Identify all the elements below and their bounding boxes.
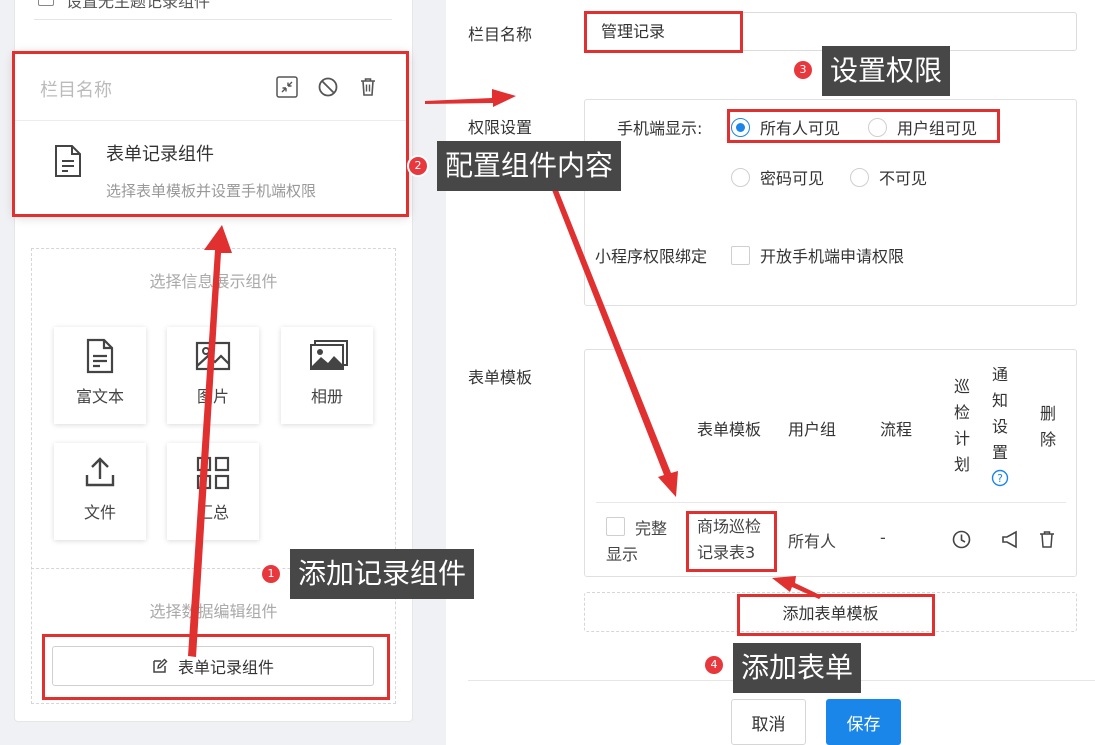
- step-badge-1: 1: [262, 565, 280, 583]
- full-display-label: 完整显示: [606, 519, 668, 564]
- mobile-apply-permission-checkbox[interactable]: 开放手机端申请权限: [731, 243, 904, 267]
- radio-label: 不可见: [879, 169, 928, 188]
- info-section-title: 选择信息展示组件: [149, 272, 278, 291]
- step-badge-2: 2: [409, 157, 427, 175]
- svg-text:?: ?: [997, 472, 1003, 485]
- row-user-group: 所有人: [788, 532, 837, 551]
- header-notification: 通知设置: [991, 365, 1008, 462]
- step-badge-3: 3: [794, 61, 812, 79]
- miniprogram-label: 小程序权限绑定: [595, 247, 708, 266]
- tile-label: 富文本: [75, 387, 124, 406]
- help-icon[interactable]: ?: [991, 469, 1009, 487]
- step-badge-4: 4: [705, 656, 723, 674]
- header-workflow: 流程: [880, 420, 913, 439]
- template-label: 表单模板: [468, 368, 533, 387]
- summary-grid-icon: [196, 456, 230, 490]
- top-component-label: 设置无主题记录组件: [66, 0, 211, 11]
- row-trash-icon[interactable]: [1038, 530, 1056, 553]
- rich-text-icon: [86, 338, 114, 374]
- callout-step-1: 添加记录组件: [290, 549, 475, 599]
- callout-step-4: 添加表单: [733, 643, 862, 693]
- document-icon: [38, 0, 54, 6]
- radio-invisible[interactable]: 不可见: [850, 165, 927, 189]
- tile-label: 相册: [310, 387, 343, 406]
- album-icon: [310, 340, 348, 370]
- mobile-display-label: 手机端显示:: [617, 119, 703, 138]
- radio-circle[interactable]: [850, 167, 869, 187]
- upload-file-icon: [85, 457, 115, 487]
- highlight-permission-radios: [727, 109, 1000, 143]
- tile-rich-text[interactable]: 富文本: [54, 327, 146, 424]
- radio-label: 密码可见: [760, 169, 825, 188]
- highlight-add-component: [42, 634, 390, 700]
- save-button[interactable]: 保存: [826, 699, 901, 745]
- column-name-label: 栏目名称: [468, 25, 533, 44]
- highlight-template-cell: [686, 511, 777, 572]
- header-user-group: 用户组: [788, 420, 837, 439]
- radio-circle[interactable]: [731, 167, 750, 187]
- clock-icon[interactable]: [952, 530, 971, 553]
- table-row-separator: [596, 502, 1066, 503]
- tile-label: 文件: [83, 503, 116, 522]
- tile-image[interactable]: 图片: [167, 327, 259, 424]
- row-workflow: -: [880, 528, 886, 547]
- megaphone-icon[interactable]: [1000, 530, 1020, 553]
- tile-album[interactable]: 相册: [281, 327, 373, 424]
- tile-label: 图片: [196, 387, 229, 406]
- top-component-item[interactable]: 设置无主题记录组件: [34, 0, 392, 20]
- edit-section-title: 选择数据编辑组件: [149, 602, 278, 621]
- permission-label: 权限设置: [468, 118, 533, 137]
- highlight-add-template: [737, 594, 935, 636]
- highlight-column-name: [584, 11, 743, 53]
- header-template: 表单模板: [697, 420, 762, 439]
- cancel-button[interactable]: 取消: [731, 699, 806, 745]
- header-delete: 删除: [1039, 404, 1056, 449]
- tile-summary[interactable]: 汇总: [167, 443, 259, 540]
- callout-step-3: 设置权限: [822, 46, 951, 96]
- callout-step-2: 配置组件内容: [437, 141, 622, 191]
- checkbox-label: 开放手机端申请权限: [760, 247, 905, 266]
- image-icon: [195, 341, 231, 371]
- checkbox[interactable]: [731, 245, 750, 265]
- tile-file[interactable]: 文件: [54, 443, 146, 540]
- tile-label: 汇总: [196, 503, 229, 522]
- radio-password-visible[interactable]: 密码可见: [731, 165, 824, 189]
- header-inspection-plan: 巡检计划: [953, 377, 970, 474]
- highlight-column-card: [12, 51, 409, 217]
